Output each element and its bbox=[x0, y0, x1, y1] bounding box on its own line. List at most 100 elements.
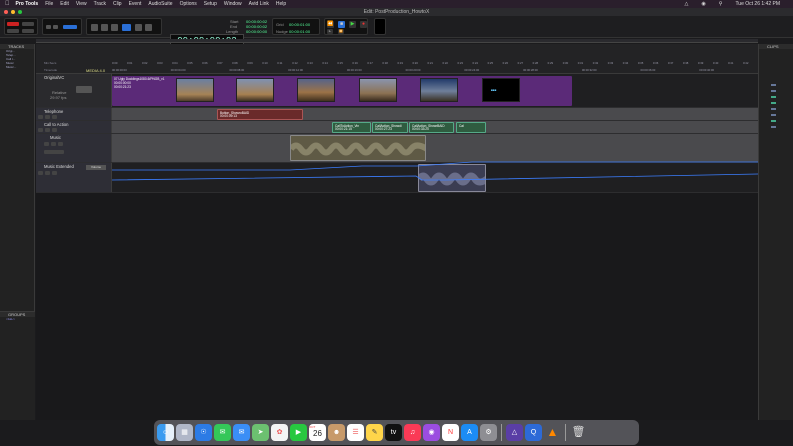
music-lane[interactable] bbox=[112, 134, 758, 162]
record-button[interactable]: ● bbox=[360, 21, 367, 28]
clock[interactable]: Tue Oct 26 1:42 PM bbox=[735, 1, 780, 7]
track-name[interactable]: OriginalVC bbox=[44, 75, 64, 80]
video-online-button[interactable] bbox=[76, 86, 92, 93]
menu-file[interactable]: File bbox=[45, 1, 53, 7]
record-enable-button[interactable] bbox=[38, 128, 43, 132]
clip-list-item[interactable] bbox=[771, 90, 776, 92]
group-item-all[interactable]: <ALL> bbox=[0, 317, 35, 321]
mute-button[interactable] bbox=[52, 128, 57, 132]
menu-event[interactable]: Event bbox=[129, 1, 142, 7]
menu-options[interactable]: Options bbox=[180, 1, 197, 7]
mail-icon[interactable]: ✉ bbox=[233, 424, 250, 441]
grid-value[interactable]: 00:00:01:00 bbox=[289, 22, 310, 27]
podcasts-icon[interactable]: ◉ bbox=[423, 424, 440, 441]
facetime-icon[interactable]: ▶ bbox=[290, 424, 307, 441]
avid-status-icon[interactable]: △ bbox=[685, 1, 689, 7]
clip-list-item[interactable] bbox=[771, 102, 776, 104]
cta-clip[interactable]: CallAction_ShowrBAID 00:00:33:20 bbox=[409, 122, 454, 133]
go-to-start-button[interactable]: ⇤ bbox=[327, 29, 333, 34]
ruler-timecode[interactable]: Timecode 00:00:00:00 00:00:04:00 00:00:08:… bbox=[36, 67, 758, 73]
apple-tv-icon[interactable]: tv bbox=[385, 424, 402, 441]
clip-list-item[interactable] bbox=[771, 84, 776, 86]
clip-list-item[interactable] bbox=[771, 126, 776, 128]
cta-clip[interactable]: CallAction_Showdi 00:00:27:23 bbox=[372, 122, 408, 133]
trim-tool-icon[interactable] bbox=[101, 24, 108, 31]
stop-button[interactable]: ■ bbox=[338, 21, 345, 28]
solo-button[interactable] bbox=[45, 128, 50, 132]
clip-list-item[interactable] bbox=[771, 120, 776, 122]
mute-button[interactable] bbox=[58, 142, 63, 146]
solo-button[interactable] bbox=[45, 115, 50, 119]
system-preferences-icon[interactable]: ⚙ bbox=[480, 424, 497, 441]
scrubber-tool-icon[interactable] bbox=[135, 24, 142, 31]
launchpad-icon[interactable]: ▦ bbox=[176, 424, 193, 441]
automation-view-button[interactable]: Volume bbox=[86, 165, 106, 170]
avid-link-icon[interactable]: △ bbox=[506, 424, 523, 441]
video-clip[interactable]: 07 Ugly Ducklings1080-6/PNGB_v1 00:00:00… bbox=[112, 76, 572, 106]
safari-icon[interactable]: ☉ bbox=[195, 424, 212, 441]
solo-button[interactable] bbox=[51, 142, 56, 146]
maps-icon[interactable]: ➤ bbox=[252, 424, 269, 441]
menu-audiosuite[interactable]: AudioSuite bbox=[148, 1, 172, 7]
vlc-icon[interactable]: ▲ bbox=[544, 424, 561, 441]
track-list-item[interactable]: Music... bbox=[0, 65, 34, 69]
apple-menu-icon[interactable]:  bbox=[5, 1, 10, 7]
app-menu[interactable]: Pro Tools bbox=[16, 1, 39, 7]
app-store-icon[interactable]: A bbox=[461, 424, 478, 441]
length-value[interactable]: 00:00:00:00 bbox=[246, 29, 267, 34]
shuffle-mode-button[interactable] bbox=[7, 22, 19, 26]
quicktime-icon[interactable]: Q bbox=[525, 424, 542, 441]
menu-clip[interactable]: Clip bbox=[113, 1, 122, 7]
minimize-window-button[interactable] bbox=[11, 10, 15, 14]
universe-overview[interactable] bbox=[36, 39, 758, 43]
zoom-out-button[interactable] bbox=[46, 25, 51, 29]
spot-mode-button[interactable] bbox=[7, 29, 19, 33]
menu-window[interactable]: Window bbox=[224, 1, 242, 7]
clip-list-item[interactable] bbox=[771, 96, 776, 98]
track-name[interactable]: Telephone bbox=[44, 109, 63, 114]
music-icon[interactable]: ♫ bbox=[404, 424, 421, 441]
fast-forward-button[interactable]: ⏩ bbox=[338, 29, 344, 34]
wifi-icon[interactable]: ◉ bbox=[701, 1, 705, 7]
search-icon[interactable]: ⚲ bbox=[719, 1, 723, 7]
play-button[interactable]: ▶ bbox=[349, 21, 356, 28]
video-lane[interactable]: 07 Ugly Ducklings1080-6/PNGB_v1 00:00:00… bbox=[112, 74, 758, 107]
grabber-tool-icon[interactable] bbox=[122, 24, 131, 31]
timeline-rulers[interactable]: Min:Secs 0:00 0:01 0:02 0:03 0:04 0:05 0:06 0:0… bbox=[36, 44, 758, 74]
record-enable-button[interactable] bbox=[38, 115, 43, 119]
photos-icon[interactable]: ✿ bbox=[271, 424, 288, 441]
track-header-video[interactable]: OriginalVC Relative 29.97 fps MEDIA 4.0 bbox=[36, 68, 112, 107]
close-window-button[interactable] bbox=[4, 10, 8, 14]
news-icon[interactable]: N bbox=[442, 424, 459, 441]
menu-view[interactable]: View bbox=[76, 1, 87, 7]
trash-icon[interactable]: 🗑 bbox=[570, 424, 587, 441]
track-name[interactable]: Call to Action bbox=[44, 122, 68, 127]
ruler-minsecs[interactable]: Min:Secs 0:00 0:01 0:02 0:03 0:04 0:05 0:06 0:0… bbox=[36, 60, 758, 66]
track-header-cta[interactable]: Call to Action bbox=[36, 121, 112, 133]
nudge-value[interactable]: 00:00:01:00 bbox=[289, 29, 310, 34]
finder-icon[interactable]: ☺ bbox=[157, 424, 174, 441]
track-header-music-extended[interactable]: Music Extended Volume bbox=[36, 163, 112, 192]
menu-help[interactable]: Help bbox=[276, 1, 286, 7]
menu-setup[interactable]: Setup bbox=[204, 1, 217, 7]
telephone-clip[interactable]: Button_ShowroBAID 00:00:09:13 bbox=[217, 109, 303, 120]
notes-icon[interactable]: ✎ bbox=[366, 424, 383, 441]
track-name[interactable]: Music Extended bbox=[44, 164, 74, 169]
selector-tool-icon[interactable] bbox=[111, 24, 118, 31]
track-header-music[interactable]: Music bbox=[36, 134, 112, 162]
menu-track[interactable]: Track bbox=[94, 1, 106, 7]
cta-lane[interactable]: CallToAction_Vin 00:00:21:15 CallAction_… bbox=[112, 121, 758, 133]
mute-button[interactable] bbox=[52, 171, 57, 175]
record-enable-button[interactable] bbox=[38, 171, 43, 175]
clip-list-item[interactable] bbox=[771, 108, 776, 110]
solo-button[interactable] bbox=[45, 171, 50, 175]
cta-clip[interactable]: Cal bbox=[456, 122, 486, 133]
track-view-selector[interactable] bbox=[44, 150, 64, 154]
menu-avid-link[interactable]: Avid Link bbox=[249, 1, 269, 7]
messages-icon[interactable]: ✉ bbox=[214, 424, 231, 441]
pencil-tool-icon[interactable] bbox=[145, 24, 152, 31]
track-header-telephone[interactable]: Telephone bbox=[36, 108, 112, 120]
track-name[interactable]: Music bbox=[50, 135, 61, 140]
cta-clip[interactable]: CallToAction_Vin 00:00:21:15 bbox=[332, 122, 371, 133]
zoomer-tool-icon[interactable] bbox=[91, 24, 98, 31]
